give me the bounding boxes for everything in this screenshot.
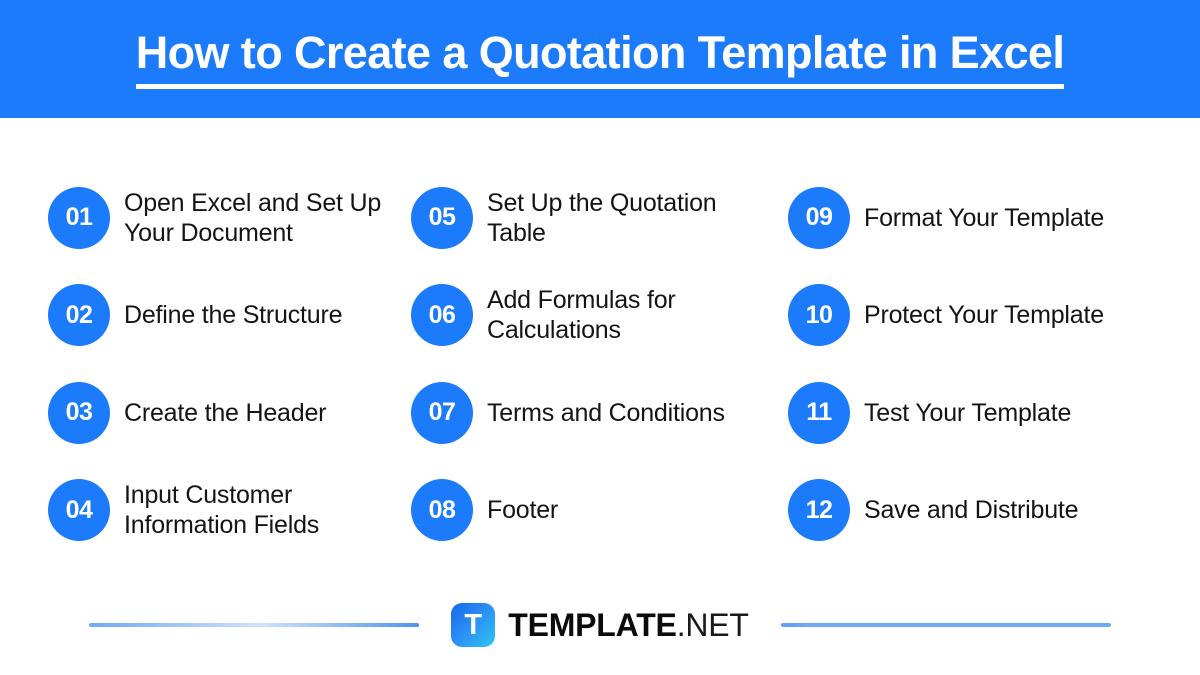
step-item[interactable]: 11 Test Your Template bbox=[788, 364, 1200, 462]
step-label: Set Up the Quotation Table bbox=[487, 188, 717, 247]
step-item[interactable]: 05 Set Up the Quotation Table bbox=[411, 169, 788, 267]
step-number-badge: 03 bbox=[48, 381, 110, 444]
brand-name-primary: TEMPLATE bbox=[508, 607, 677, 643]
step-item[interactable]: 01 Open Excel and Set Up Your Document bbox=[48, 169, 411, 267]
step-label: Open Excel and Set Up Your Document bbox=[124, 188, 382, 247]
divider-line-right bbox=[780, 623, 1111, 627]
step-label: Create the Header bbox=[124, 398, 327, 427]
step-item[interactable]: 10 Protect Your Template bbox=[788, 267, 1200, 365]
step-number-badge: 02 bbox=[48, 284, 110, 347]
step-number-badge: 09 bbox=[788, 186, 850, 249]
step-item[interactable]: 07 Terms and Conditions bbox=[411, 364, 788, 462]
step-item[interactable]: 06 Add Formulas for Calculations bbox=[411, 267, 788, 365]
step-number-badge: 08 bbox=[411, 479, 473, 542]
step-number-badge: 04 bbox=[48, 479, 110, 542]
step-label: Define the Structure bbox=[124, 301, 343, 330]
template-net-logo-icon: T bbox=[451, 603, 496, 647]
footer: T TEMPLATE.NET bbox=[0, 575, 1200, 675]
step-label: Footer bbox=[487, 496, 559, 525]
step-item[interactable]: 02 Define the Structure bbox=[48, 267, 411, 365]
step-item[interactable]: 08 Footer bbox=[411, 462, 788, 560]
step-item[interactable]: 04 Input Customer Information Fields bbox=[48, 462, 411, 560]
step-item[interactable]: 09 Format Your Template bbox=[788, 169, 1200, 267]
step-number-badge: 05 bbox=[411, 186, 473, 249]
step-item[interactable]: 03 Create the Header bbox=[48, 364, 411, 462]
steps-column-3: 09 Format Your Template 10 Protect Your … bbox=[788, 118, 1200, 559]
step-number-badge: 06 bbox=[411, 284, 473, 347]
brand-name: TEMPLATE.NET bbox=[508, 609, 749, 641]
step-label: Protect Your Template bbox=[864, 301, 1104, 330]
page-title: How to Create a Quotation Template in Ex… bbox=[135, 30, 1065, 89]
step-label: Format Your Template bbox=[864, 203, 1105, 232]
steps-grid: 01 Open Excel and Set Up Your Document 0… bbox=[0, 118, 1200, 558]
step-number-badge: 07 bbox=[411, 381, 473, 444]
steps-column-2: 05 Set Up the Quotation Table 06 Add For… bbox=[411, 118, 788, 559]
brand-name-secondary: .NET bbox=[676, 607, 749, 643]
header-banner: How to Create a Quotation Template in Ex… bbox=[0, 0, 1200, 118]
divider-line-left bbox=[89, 623, 420, 627]
steps-column-1: 01 Open Excel and Set Up Your Document 0… bbox=[48, 118, 411, 559]
step-number-badge: 10 bbox=[788, 284, 850, 347]
brand-logo[interactable]: T TEMPLATE.NET bbox=[451, 603, 749, 647]
step-number-badge: 12 bbox=[788, 479, 850, 542]
logo-mark-letter: T bbox=[464, 608, 483, 641]
step-label: Save and Distribute bbox=[864, 496, 1079, 525]
step-label: Test Your Template bbox=[864, 398, 1072, 427]
step-label: Input Customer Information Fields bbox=[124, 481, 320, 540]
step-number-badge: 11 bbox=[788, 381, 850, 444]
step-label: Terms and Conditions bbox=[487, 398, 725, 427]
step-label: Add Formulas for Calculations bbox=[487, 286, 676, 345]
step-item[interactable]: 12 Save and Distribute bbox=[788, 462, 1200, 560]
step-number-badge: 01 bbox=[48, 186, 110, 249]
